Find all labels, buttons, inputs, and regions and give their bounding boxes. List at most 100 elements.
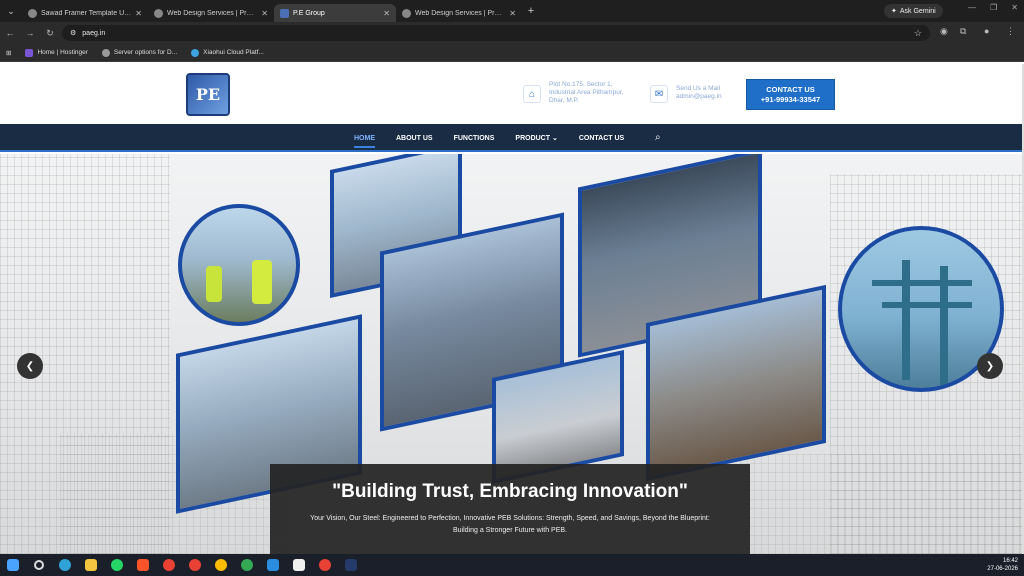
nav-about-us[interactable]: ABOUT US: [396, 135, 433, 142]
chrome-icon[interactable]: [234, 554, 260, 576]
whatsapp-icon[interactable]: [104, 554, 130, 576]
nav-functions[interactable]: FUNCTIONS: [454, 135, 495, 142]
chrome-icon[interactable]: [182, 554, 208, 576]
close-icon[interactable]: ✕: [383, 9, 390, 18]
hero-headline: "Building Trust, Embracing Innovation": [332, 481, 688, 502]
address-line: Plot No.175, Sector 1,: [549, 81, 613, 88]
chevron-right-icon: ❯: [985, 360, 995, 372]
tab-title: P.E Group: [293, 9, 325, 17]
window-controls: — ❐ ✕: [968, 3, 1018, 12]
nav-product[interactable]: PRODUCT ⌄: [515, 134, 557, 142]
engineers-photo: [178, 204, 300, 326]
hostinger-icon: [25, 48, 34, 57]
chevron-left-icon: ❮: [25, 360, 35, 372]
app-icon[interactable]: [338, 554, 364, 576]
browser-toolbar: ← → ↻ ⚙ paeg.in ☆ ◉ ⧉ ● ⋮: [0, 22, 1024, 44]
globe-icon: [101, 48, 110, 57]
framer-icon: [28, 8, 37, 18]
browser-tabbar: ⌄ Sawad Framer Template Usage ✕ Web Desi…: [0, 0, 1024, 22]
chrome-icon[interactable]: [156, 554, 182, 576]
hero-subtext: Building a Stronger Future with PEB.: [452, 527, 567, 534]
pe-logo-icon: [280, 8, 289, 18]
bookmark-item[interactable]: Server options for D...: [101, 48, 178, 57]
bookmark-label: Home | Hostinger: [37, 49, 88, 56]
restore-icon[interactable]: ❐: [990, 3, 997, 12]
chrome-icon[interactable]: [208, 554, 234, 576]
address-line: Dhar, M.P.: [549, 97, 579, 104]
browser-tab-active[interactable]: P.E Group ✕: [274, 4, 396, 22]
edge-icon[interactable]: [52, 554, 78, 576]
tab-title: Sawad Framer Template Usage: [41, 9, 132, 17]
close-icon[interactable]: ✕: [509, 9, 516, 18]
bookmark-item[interactable]: Xiaohui Cloud Platf...: [191, 48, 264, 57]
cloud-icon: [191, 48, 200, 57]
tab-title: Web Design Services | Professio: [167, 9, 257, 17]
document-icon[interactable]: [286, 554, 312, 576]
bookmark-label: Xiaohui Cloud Platf...: [203, 49, 264, 56]
close-icon[interactable]: ✕: [135, 9, 142, 18]
mail-block: ✉ Send Us a Mail admin@paeg.in: [650, 81, 722, 103]
site-info-icon[interactable]: ⚙: [70, 29, 76, 37]
browser-tab[interactable]: Web Design Services | Professio ✕: [396, 4, 522, 22]
close-window-icon[interactable]: ✕: [1011, 3, 1018, 12]
nav-contact-us[interactable]: CONTACT US: [579, 135, 624, 142]
menu-dots-icon[interactable]: ⋮: [1006, 26, 1015, 37]
address-block: ⌂ Plot No.175, Sector 1, Industrial Area…: [523, 81, 623, 105]
minimize-icon[interactable]: —: [968, 3, 976, 12]
slider-prev-button[interactable]: ❮: [17, 353, 43, 379]
close-icon[interactable]: ✕: [261, 9, 268, 18]
bookmark-star-icon[interactable]: ☆: [914, 28, 922, 39]
profile-icon[interactable]: ●: [984, 26, 989, 36]
nav-home[interactable]: HOME: [354, 135, 375, 148]
address-line: Industrial Area Pithampur,: [549, 89, 624, 96]
bookmark-item[interactable]: Home | Hostinger: [25, 48, 88, 57]
apps-grid-icon[interactable]: ⊞: [6, 49, 11, 57]
site-header: PE ⌂ Plot No.175, Sector 1, Industrial A…: [0, 64, 1022, 124]
extension-icon[interactable]: ◉: [940, 26, 948, 37]
gemini-icon: ✦: [891, 8, 897, 15]
new-tab-icon[interactable]: +: [522, 5, 540, 17]
main-nav: HOME ABOUT US FUNCTIONS PRODUCT ⌄ CONTAC…: [0, 124, 1022, 152]
contact-button-phone: +91-99934-33547: [760, 94, 821, 104]
background-warehouse-sketch: [740, 454, 1022, 554]
browser-tab[interactable]: Sawad Framer Template Usage ✕: [22, 4, 148, 22]
chrome-icon[interactable]: [312, 554, 338, 576]
back-icon[interactable]: ←: [0, 28, 20, 38]
url-text: paeg.in: [82, 29, 106, 37]
hero-subtext: Your Vision, Our Steel: Engineered to Pe…: [310, 515, 710, 522]
clock-time: 16:42: [1002, 558, 1018, 564]
contact-button-label: CONTACT US: [766, 84, 815, 94]
mail-address[interactable]: admin@paeg.in: [676, 93, 722, 101]
browser-tab[interactable]: Web Design Services | Professio ✕: [148, 4, 274, 22]
website-viewport: PE ⌂ Plot No.175, Sector 1, Industrial A…: [0, 64, 1022, 554]
search-icon[interactable]: ⌕: [655, 132, 661, 143]
hero-slider: ❮ ❯ "Building Trust, Embracing Innovatio…: [0, 154, 1022, 554]
reload-icon[interactable]: ↻: [40, 28, 60, 39]
clock-date: 27-06-2026: [987, 566, 1018, 572]
address-bar[interactable]: ⚙ paeg.in ☆: [62, 25, 930, 41]
brave-icon[interactable]: [130, 554, 156, 576]
ask-gemini-button[interactable]: ✦ Ask Gemini: [884, 4, 943, 18]
forward-icon[interactable]: →: [20, 28, 40, 38]
extensions-puzzle-icon[interactable]: ⧉: [960, 26, 966, 37]
globe-icon: [154, 8, 163, 18]
file-explorer-icon[interactable]: [78, 554, 104, 576]
contact-us-button[interactable]: CONTACT US +91-99934-33547: [746, 79, 835, 110]
system-clock[interactable]: 16:42 27-06-2026: [987, 557, 1018, 573]
vscode-icon[interactable]: [260, 554, 286, 576]
site-logo[interactable]: PE: [186, 73, 230, 116]
search-icon[interactable]: [26, 554, 52, 576]
tab-title: Web Design Services | Professio: [415, 9, 505, 17]
slider-next-button[interactable]: ❯: [977, 353, 1003, 379]
tab-search-icon[interactable]: ⌄: [0, 0, 22, 22]
bookmarks-bar: ⊞ Home | Hostinger Server options for D.…: [0, 44, 1024, 62]
mail-icon: ✉: [650, 85, 668, 103]
hero-caption: "Building Trust, Embracing Innovation" Y…: [270, 464, 750, 554]
gemini-label: Ask Gemini: [899, 7, 936, 15]
bookmark-label: Server options for D...: [113, 49, 178, 56]
mail-label: Send Us a Mail: [676, 85, 721, 92]
globe-icon: [402, 8, 411, 18]
os-taskbar: 16:42 27-06-2026: [0, 554, 1024, 576]
windows-start-icon[interactable]: [0, 554, 26, 576]
factory-icon: ⌂: [523, 85, 541, 103]
